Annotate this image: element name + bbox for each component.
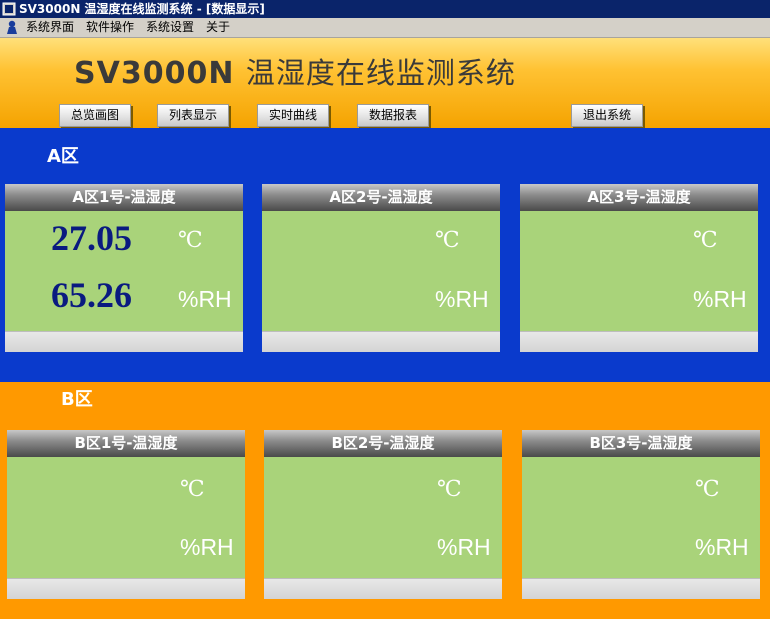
sensor-card-title: B区1号-温湿度	[7, 430, 245, 457]
sensor-card-body: ℃ %RH	[7, 457, 245, 578]
temperature-unit: ℃	[180, 477, 205, 502]
menu-system-ui[interactable]: 系统界面	[26, 18, 74, 37]
sensor-card-title: B区3号-温湿度	[522, 430, 760, 457]
temperature-unit: ℃	[435, 228, 460, 253]
sensor-card-body: ℃ %RH	[522, 457, 760, 578]
menu-about[interactable]: 关于	[206, 18, 230, 37]
sensor-card-footer	[264, 578, 502, 599]
realtime-curve-button[interactable]: 实时曲线	[257, 104, 329, 127]
zone-b-label: B区	[61, 389, 93, 410]
sensor-card-title: A区3号-温湿度	[520, 184, 758, 211]
humidity-unit: %RH	[693, 286, 747, 312]
menu-system-settings[interactable]: 系统设置	[146, 18, 194, 37]
zone-a-label: A区	[47, 146, 79, 167]
menu-bar: 系统界面 软件操作 系统设置 关于	[0, 18, 770, 38]
temperature-unit: ℃	[437, 477, 462, 502]
sensor-card-title: A区2号-温湿度	[262, 184, 500, 211]
humidity-unit: %RH	[178, 286, 232, 312]
humidity-unit: %RH	[435, 286, 489, 312]
humidity-unit: %RH	[437, 534, 491, 560]
data-report-button[interactable]: 数据报表	[357, 104, 429, 127]
window-title-bar: SV3000N 温湿度在线监测系统 - [数据显示]	[0, 0, 770, 18]
sensor-card-footer	[522, 578, 760, 599]
document-icon[interactable]	[5, 20, 19, 35]
exit-system-button[interactable]: 退出系统	[571, 104, 643, 127]
list-view-button[interactable]: 列表显示	[157, 104, 229, 127]
temperature-unit: ℃	[693, 228, 718, 253]
humidity-unit: %RH	[695, 534, 749, 560]
menu-software-ops[interactable]: 软件操作	[86, 18, 134, 37]
page-title: SV3000N 温湿度在线监测系统	[74, 50, 516, 92]
humidity-value: 65.26	[51, 275, 132, 315]
title-system-name: 温湿度在线监测系统	[245, 56, 516, 90]
sensor-card-footer	[262, 331, 500, 352]
temperature-unit: ℃	[695, 477, 720, 502]
sensor-card-footer	[520, 331, 758, 352]
humidity-unit: %RH	[180, 534, 234, 560]
window-title: SV3000N 温湿度在线监测系统 - [数据显示]	[19, 2, 265, 16]
sensor-card-body: 27.05 ℃ 65.26 %RH	[5, 211, 243, 331]
sensor-card-body: ℃ %RH	[262, 211, 500, 331]
temperature-value: 27.05	[51, 218, 132, 258]
app-icon	[2, 2, 16, 16]
sensor-card-footer	[7, 578, 245, 599]
sensor-card-body: ℃ %RH	[264, 457, 502, 578]
sensor-card-title: A区1号-温湿度	[5, 184, 243, 211]
overview-button[interactable]: 总览画图	[59, 104, 131, 127]
sensor-card-footer	[5, 331, 243, 352]
sensor-card-body: ℃ %RH	[520, 211, 758, 331]
sensor-card-title: B区2号-温湿度	[264, 430, 502, 457]
title-product: SV3000N	[74, 56, 235, 91]
temperature-unit: ℃	[178, 228, 203, 253]
